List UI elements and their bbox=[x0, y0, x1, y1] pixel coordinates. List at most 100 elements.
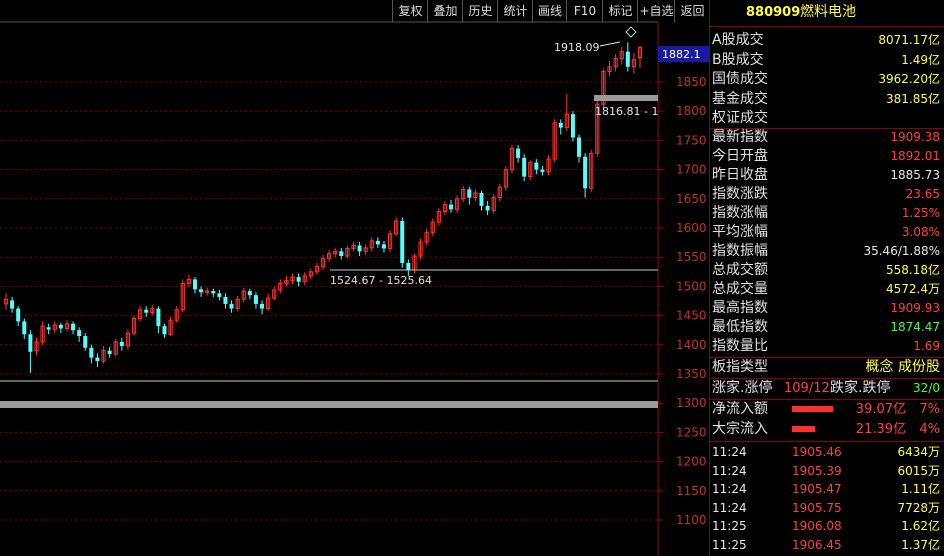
candle-body bbox=[260, 303, 265, 309]
stat-value: 1.49亿 bbox=[901, 52, 940, 67]
tick-row: 11:24 1905.75 7728万 bbox=[712, 499, 942, 517]
candle-body bbox=[375, 240, 380, 245]
flow-row: 大宗流入 21.39亿 4% bbox=[712, 420, 942, 439]
toolbar-button[interactable]: 复权 bbox=[392, 0, 428, 22]
y-tick-label: 1100 bbox=[676, 513, 707, 527]
index-code: 880909 bbox=[746, 5, 801, 20]
stat-label: 最高指数 bbox=[712, 300, 768, 316]
toolbar-button[interactable]: 画线 bbox=[532, 0, 567, 22]
tick-price: 1906.45 bbox=[792, 538, 842, 552]
tick-volume: 7728万 bbox=[897, 500, 940, 515]
stat-row: 最新指数 1909.38 bbox=[712, 128, 942, 147]
candle-body bbox=[16, 308, 21, 322]
index-info-panel: 880909 燃料电池 A股成交 8071.17亿 B股成交 1.49亿 国债成交 396… bbox=[709, 0, 944, 556]
candle-body bbox=[192, 279, 197, 290]
candle-body bbox=[10, 300, 15, 309]
candle-body bbox=[58, 324, 63, 329]
y-tick-label: 1750 bbox=[676, 133, 707, 147]
candle-body bbox=[46, 327, 51, 330]
flow-value: 21.39亿 bbox=[855, 422, 906, 437]
stat-value: 23.65 bbox=[905, 187, 940, 201]
current-price-tag: 1882.1 bbox=[662, 48, 701, 61]
stat-value: 4572.4万 bbox=[886, 282, 940, 296]
toolbar-button[interactable]: 历史 bbox=[462, 0, 498, 22]
stat-row: B股成交 1.49亿 bbox=[712, 51, 942, 70]
candle-body bbox=[467, 189, 472, 198]
stat-value: 1.25% bbox=[901, 206, 940, 220]
tick-volume: 1.62亿 bbox=[901, 519, 940, 534]
y-tick-label: 1200 bbox=[676, 455, 707, 469]
candle-body bbox=[89, 347, 94, 358]
rise-fall-row: 涨家.涨停 109/12 跌家.跌停 32/0 bbox=[712, 379, 942, 398]
candle-body bbox=[485, 205, 490, 211]
flow-pct: 4% bbox=[919, 422, 940, 437]
candle-body bbox=[156, 308, 161, 327]
candle-body bbox=[570, 114, 575, 138]
flow-value: 39.07亿 bbox=[855, 402, 906, 417]
stat-label: 指数振幅 bbox=[712, 243, 768, 259]
ref-band bbox=[0, 401, 658, 408]
candle-body bbox=[381, 244, 386, 249]
index-name: 燃料电池 bbox=[800, 4, 856, 20]
toolbar-button[interactable]: +自选 bbox=[637, 0, 675, 22]
candle-body bbox=[83, 336, 88, 348]
candle-body bbox=[28, 334, 33, 352]
stat-value: 35.46/1.88% bbox=[863, 244, 940, 258]
y-tick-label: 1650 bbox=[676, 192, 707, 206]
candle-body bbox=[479, 192, 484, 206]
y-tick-label: 1500 bbox=[676, 279, 707, 293]
stat-label: 最低指数 bbox=[712, 319, 768, 335]
candle-body bbox=[558, 122, 563, 128]
stat-label: 国债成交 bbox=[712, 71, 768, 87]
toolbar-button[interactable]: 统计 bbox=[497, 0, 533, 22]
tick-price: 1905.47 bbox=[792, 482, 842, 497]
high-pointer bbox=[599, 41, 621, 47]
stat-label: 平均涨幅 bbox=[712, 224, 768, 240]
kline-chart[interactable]: 1850 1800 1750 1700 1650 1600 1550 1500 1450 1400… bbox=[0, 0, 709, 556]
candle-body bbox=[449, 204, 454, 210]
toolbar-button[interactable]: 返回 bbox=[674, 0, 710, 22]
flow-bar bbox=[792, 406, 833, 412]
stat-label: 基金成交 bbox=[712, 90, 768, 107]
stat-value: 1874.47 bbox=[890, 320, 940, 334]
y-tick-label: 1150 bbox=[676, 484, 707, 498]
stat-value: 8071.17亿 bbox=[878, 33, 940, 47]
stat-row: 平均涨幅 3.08% bbox=[712, 223, 942, 242]
toolbar-button[interactable]: 标记 bbox=[602, 0, 638, 22]
ref-band-top bbox=[594, 95, 658, 101]
stat-row: 总成交量 4572.4万 bbox=[712, 280, 942, 299]
stat-row: A股成交 8071.17亿 bbox=[712, 31, 942, 50]
toolbar-button[interactable]: F10 bbox=[566, 0, 603, 22]
stat-label: 今日开盘 bbox=[712, 148, 768, 164]
candle-body bbox=[77, 330, 82, 337]
tick-price: 1906.08 bbox=[792, 519, 842, 534]
category-value[interactable]: 概念 成份股 bbox=[866, 358, 940, 377]
flow-pct: 7% bbox=[919, 402, 940, 417]
candle-body bbox=[22, 321, 27, 335]
candle-body bbox=[357, 245, 362, 252]
stat-value: 3962.20亿 bbox=[878, 72, 940, 86]
y-tick-label: 1250 bbox=[676, 425, 707, 439]
stat-label: 指数量比 bbox=[712, 338, 768, 354]
stat-row: 指数涨幅 1.25% bbox=[712, 204, 942, 223]
stat-label: 总成交量 bbox=[712, 281, 768, 297]
y-tick-label: 1300 bbox=[676, 396, 707, 410]
toolbar-button[interactable]: 叠加 bbox=[427, 0, 463, 22]
candle-body bbox=[229, 303, 234, 309]
stat-value: 558.18亿 bbox=[886, 263, 940, 277]
range-label: 1524.67 - 1525.64 bbox=[330, 274, 432, 287]
stat-row: 国债成交 3962.20亿 bbox=[712, 70, 942, 89]
stat-label: 指数涨幅 bbox=[712, 205, 768, 221]
candle-body bbox=[253, 295, 258, 304]
y-tick-label: 1700 bbox=[676, 163, 707, 177]
rise-label: 涨家.涨停 bbox=[712, 380, 773, 396]
candle-body bbox=[211, 291, 216, 294]
stat-row: 总成交额 558.18亿 bbox=[712, 261, 942, 280]
y-tick-label: 1400 bbox=[676, 338, 707, 352]
stat-value: 1909.38 bbox=[890, 130, 940, 144]
stat-row: 今日开盘 1892.01 bbox=[712, 147, 942, 166]
y-tick-label: 1600 bbox=[676, 221, 707, 235]
tick-volume: 6015万 bbox=[897, 463, 940, 478]
candle-body bbox=[534, 162, 539, 170]
stat-label: 权证成交 bbox=[712, 110, 768, 126]
